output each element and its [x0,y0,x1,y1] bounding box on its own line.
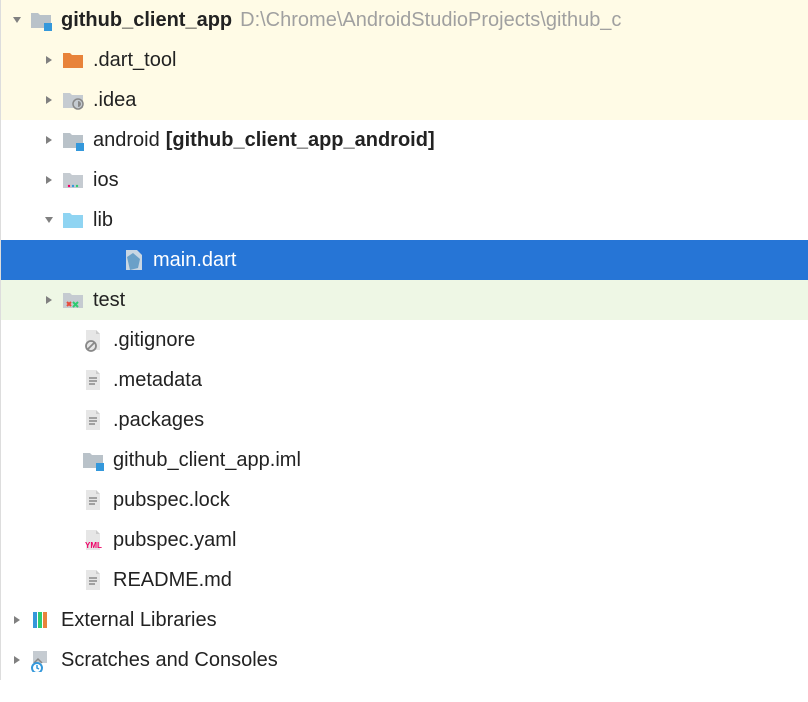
scratches-icon [29,648,53,672]
folder-label: .idea [93,89,136,112]
libraries-icon [29,608,53,632]
tree-item-pubspec-yaml[interactable]: YML pubspec.yaml [1,520,808,560]
file-text-icon [81,568,105,592]
tree-item-test[interactable]: test [1,280,808,320]
module-suffix-label: [github_client_app_android] [166,129,435,152]
chevron-right-icon[interactable] [41,52,57,68]
tree-item-readme[interactable]: README.md [1,560,808,600]
tree-item-ios[interactable]: ios [1,160,808,200]
file-ignore-icon [81,328,105,352]
file-label: pubspec.lock [113,489,230,512]
folder-test-icon [61,288,85,312]
tree-item-gitignore[interactable]: .gitignore [1,320,808,360]
chevron-right-icon[interactable] [41,132,57,148]
scratches-label: Scratches and Consoles [61,649,278,672]
tree-item-dart-tool[interactable]: .dart_tool [1,40,808,80]
project-path-label: D:\Chrome\AndroidStudioProjects\github_c [240,9,621,32]
file-yaml-icon: YML [81,528,105,552]
tree-item-packages[interactable]: .packages [1,400,808,440]
folder-excluded-icon [61,48,85,72]
tree-item-iml[interactable]: github_client_app.iml [1,440,808,480]
svg-text:YML: YML [85,541,102,550]
file-label: README.md [113,569,232,592]
tree-item-lib[interactable]: lib [1,200,808,240]
folder-module-icon [61,128,85,152]
folder-label: ios [93,169,119,192]
chevron-right-icon[interactable] [9,652,25,668]
tree-item-main-dart[interactable]: main.dart [1,240,808,280]
file-label: .packages [113,409,204,432]
project-name-label: github_client_app [61,9,232,32]
folder-label: .dart_tool [93,49,176,72]
folder-module-icon [81,448,105,472]
file-label: github_client_app.iml [113,449,301,472]
folder-ios-icon [61,168,85,192]
file-label: pubspec.yaml [113,529,236,552]
chevron-down-icon[interactable] [9,12,25,28]
folder-module-icon [29,8,53,32]
external-libraries-label: External Libraries [61,609,217,632]
file-label: main.dart [153,249,236,272]
file-text-icon [81,368,105,392]
chevron-right-icon[interactable] [9,612,25,628]
tree-item-scratches[interactable]: Scratches and Consoles [1,640,808,680]
chevron-right-icon[interactable] [41,92,57,108]
file-text-icon [81,408,105,432]
folder-label: lib [93,209,113,232]
file-label: .gitignore [113,329,195,352]
tree-item-metadata[interactable]: .metadata [1,360,808,400]
tree-item-idea[interactable]: .idea [1,80,808,120]
folder-idea-icon [61,88,85,112]
dart-file-icon [121,248,145,272]
folder-label: test [93,289,125,312]
file-text-icon [81,488,105,512]
folder-source-icon [61,208,85,232]
tree-item-external-libraries[interactable]: External Libraries [1,600,808,640]
chevron-down-icon[interactable] [41,212,57,228]
tree-item-project-root[interactable]: github_client_app D:\Chrome\AndroidStudi… [1,0,808,40]
tree-item-android[interactable]: android [github_client_app_android] [1,120,808,160]
chevron-right-icon[interactable] [41,172,57,188]
file-label: .metadata [113,369,202,392]
chevron-right-icon[interactable] [41,292,57,308]
tree-item-pubspec-lock[interactable]: pubspec.lock [1,480,808,520]
folder-label: android [93,129,160,152]
